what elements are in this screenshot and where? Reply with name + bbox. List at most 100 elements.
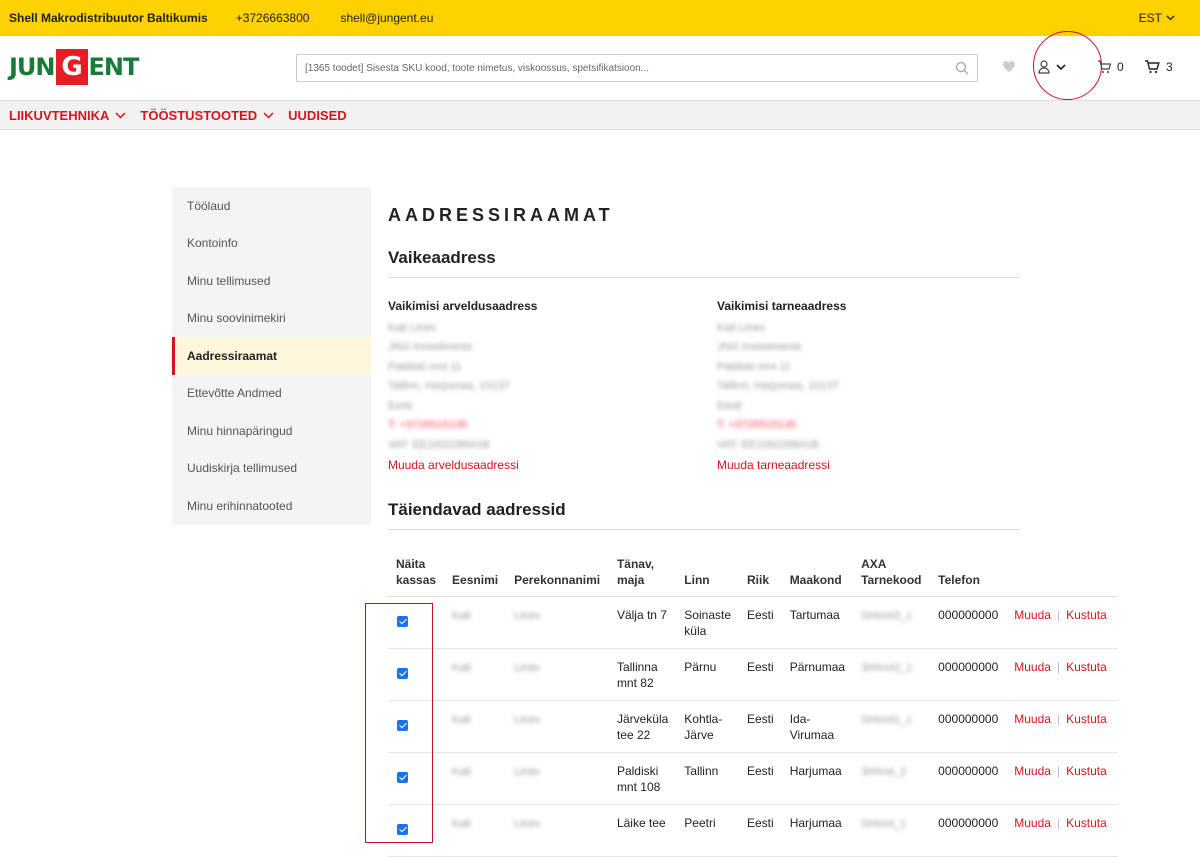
- company-tagline: Shell Makrodistribuutor Baltikumis: [9, 11, 208, 25]
- delete-address-link[interactable]: Kustuta: [1066, 816, 1107, 830]
- county-cell: Harjumaa: [781, 804, 854, 857]
- country-cell: Eesti: [739, 804, 782, 857]
- delete-address-link[interactable]: Kustuta: [1066, 660, 1107, 674]
- chevron-down-icon: [1166, 15, 1175, 21]
- sidebar-item-toolaud[interactable]: Töölaud: [172, 187, 371, 225]
- sidebar-item-aadressiraamat[interactable]: Aadressiraamat: [172, 337, 371, 375]
- first-name-cell: Kati: [444, 752, 507, 805]
- row-actions: Muuda | Kustuta: [1006, 752, 1118, 805]
- city-cell: Soinaste küla: [676, 596, 739, 649]
- edit-billing-address-link[interactable]: Muuda arveldusaadressi: [388, 458, 519, 472]
- phone-cell: 000000000: [930, 700, 1007, 753]
- edit-address-link[interactable]: Muuda: [1014, 660, 1051, 674]
- first-name-cell-text: Kati: [452, 609, 472, 622]
- county-cell-text: Ida-Virumaa: [789, 711, 835, 742]
- first-name-cell: Kati: [444, 596, 507, 649]
- sidebar-item-erihinnatooted[interactable]: Minu erihinnatooted: [172, 487, 371, 525]
- shipping-country: Eesti: [717, 399, 742, 412]
- additional-addresses-heading: Täiendavad aadressid: [388, 500, 1020, 530]
- country-cell-text: Eesti: [747, 763, 774, 778]
- email-link[interactable]: shell@jungent.eu: [340, 11, 433, 25]
- last-name-cell: Linev: [506, 648, 609, 701]
- county-cell: Harjumaa: [781, 752, 854, 805]
- county-cell: Tartumaa: [781, 596, 854, 649]
- nav-item-uudised[interactable]: UUDISED: [288, 108, 347, 123]
- city-cell-text: Tallinn: [684, 763, 719, 778]
- city-cell-text: Kohtla-Järve: [684, 711, 723, 742]
- cart-icon: [1145, 60, 1160, 74]
- axa-code-cell: SHInvt_1: [853, 804, 931, 857]
- country-cell: Eesti: [739, 648, 782, 701]
- heart-icon: [1003, 61, 1015, 72]
- delete-address-link[interactable]: Kustuta: [1066, 764, 1107, 778]
- action-separator: |: [1056, 763, 1061, 778]
- sidebar-item-soovinimekiri[interactable]: Minu soovinimekiri: [172, 300, 371, 338]
- shipping-address-heading: Vaikimisi tarneaadress: [717, 299, 847, 313]
- axa-code-cell-text: SHInvt_2: [861, 765, 907, 778]
- country-cell-text: Eesti: [747, 659, 774, 674]
- street-cell: Paldiski mnt 108: [608, 752, 677, 805]
- cart-button[interactable]: 3: [1144, 60, 1173, 74]
- edit-shipping-address-link[interactable]: Muuda tarneaadressi: [717, 458, 830, 472]
- col-country: Riik: [739, 555, 782, 597]
- jungent-logo[interactable]: JUN G ENT: [9, 49, 140, 85]
- country-cell: Eesti: [739, 596, 782, 649]
- sidebar-item-kontoinfo[interactable]: Kontoinfo: [172, 225, 371, 263]
- phone-cell: 000000000: [930, 648, 1007, 701]
- nav-item-label: TÖÖSTUSTOOTED: [140, 107, 258, 123]
- default-address-heading: Vaikeaadress: [388, 248, 1020, 278]
- search-icon[interactable]: [955, 61, 969, 75]
- phone-link[interactable]: +3726663800: [236, 11, 310, 25]
- axa-code-cell: SHInvt_2: [853, 752, 931, 805]
- phone-cell-text: 000000000: [938, 607, 999, 622]
- language-selector[interactable]: EST: [1139, 11, 1175, 25]
- billing-street: Paldiski mnt 11: [388, 360, 462, 373]
- phone-cell-text: 000000000: [938, 711, 999, 726]
- action-separator: |: [1056, 659, 1061, 674]
- chevron-down-icon: [263, 111, 274, 119]
- axa-code-cell-text: SHInvt1_1: [861, 713, 913, 726]
- phone-cell: 000000000: [930, 804, 1007, 857]
- shipping-city: Tallinn, Harjumaa, 10137: [717, 380, 839, 393]
- sidebar-item-hinnaparingud[interactable]: Minu hinnapäringud: [172, 412, 371, 450]
- nav-item-liikuvtehnika[interactable]: LIIKUVTEHNIKA: [9, 108, 126, 123]
- last-name-cell: Linev: [506, 804, 609, 857]
- billing-address-block: Vaikimisi arveldusaadress Kati Linev JNG…: [388, 299, 717, 472]
- col-axa-code: AXA Tarnekood: [853, 555, 931, 597]
- street-cell: Järveküla tee 22: [608, 700, 677, 753]
- edit-address-link[interactable]: Muuda: [1014, 712, 1051, 726]
- edit-address-link[interactable]: Muuda: [1014, 816, 1051, 830]
- sidebar-item-tellimused[interactable]: Minu tellimused: [172, 262, 371, 300]
- phone-cell-text: 000000000: [938, 763, 999, 778]
- sidebar-item-uudiskirja-tellimused[interactable]: Uudiskirja tellimused: [172, 450, 371, 488]
- logo-text-right: ENT: [88, 53, 140, 81]
- edit-address-link[interactable]: Muuda: [1014, 608, 1051, 622]
- edit-address-link[interactable]: Muuda: [1014, 764, 1051, 778]
- action-separator: |: [1056, 607, 1061, 622]
- table-row: Kati Linev Tallinna mnt 82 Pärnu Eesti Pärnum…: [388, 648, 1118, 701]
- first-name-cell: Kati: [444, 700, 507, 753]
- billing-company: JNG Investments: [388, 341, 473, 354]
- col-phone-label: Telefon: [938, 572, 980, 587]
- county-cell-text: Harjumaa: [789, 815, 842, 830]
- main-navigation: LIIKUVTEHNIKA TÖÖSTUSTOOTED UUDISED: [0, 100, 1200, 130]
- nav-item-toostustooted[interactable]: TÖÖSTUSTOOTED: [140, 108, 274, 123]
- wishlist-button[interactable]: [1002, 60, 1016, 73]
- street-cell: Välja tn 7: [608, 596, 677, 649]
- row-actions: Muuda | Kustuta: [1006, 596, 1118, 649]
- county-cell-text: Tartumaa: [789, 607, 840, 622]
- county-cell-text: Pärnumaa: [789, 659, 846, 674]
- delete-address-link[interactable]: Kustuta: [1066, 712, 1107, 726]
- row-actions: Muuda | Kustuta: [1006, 700, 1118, 753]
- last-name-cell-text: Linev: [514, 661, 541, 674]
- nav-item-label: UUDISED: [288, 107, 347, 123]
- search-input[interactable]: [305, 62, 955, 74]
- city-cell: Peetri: [676, 804, 739, 857]
- sidebar-item-ettevotte-andmed[interactable]: Ettevõtte Andmed: [172, 375, 371, 413]
- last-name-cell-text: Linev: [514, 609, 541, 622]
- delete-address-link[interactable]: Kustuta: [1066, 608, 1107, 622]
- phone-cell-text: 000000000: [938, 659, 999, 674]
- col-street: Tänav, maja: [608, 555, 677, 597]
- first-name-cell: Kati: [444, 804, 507, 857]
- phone-cell: 000000000: [930, 752, 1007, 805]
